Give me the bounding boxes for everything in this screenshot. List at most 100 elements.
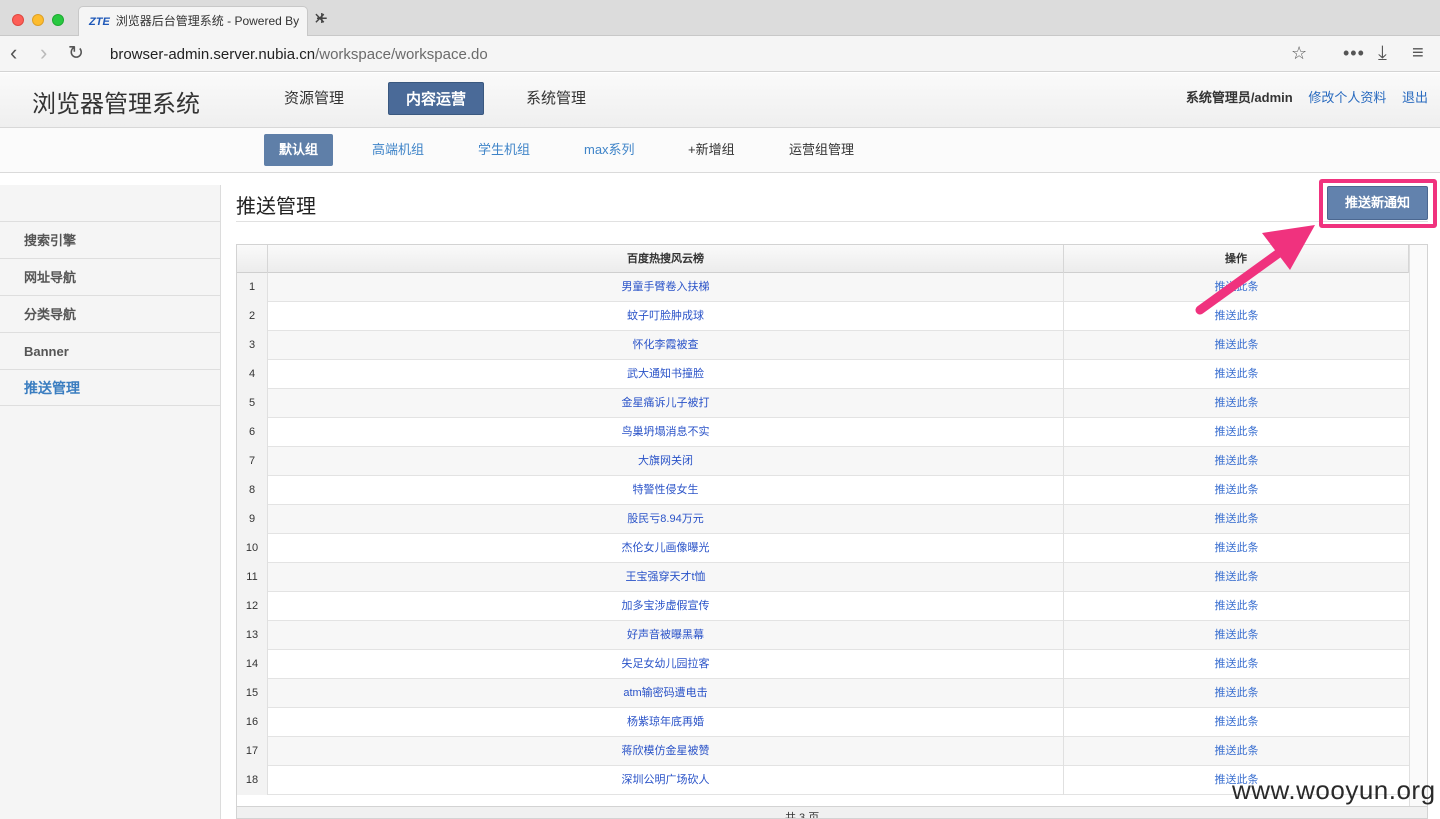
push-this-link[interactable]: 推送此条 <box>1064 418 1409 447</box>
page-title: 推送管理 <box>236 196 316 218</box>
zte-favicon-icon: ZTE <box>89 16 110 28</box>
table-row[interactable]: 15 atm输密码遭电击 推送此条 <box>237 679 1409 708</box>
push-this-link[interactable]: 推送此条 <box>1064 447 1409 476</box>
close-window-button[interactable] <box>12 14 24 26</box>
table-row[interactable]: 7 大旗网关闭 推送此条 <box>237 447 1409 476</box>
table-row[interactable]: 5 金星痛诉儿子被打 推送此条 <box>237 389 1409 418</box>
url-host: browser-admin.server.nubia.cn <box>110 46 316 63</box>
row-number: 18 <box>237 766 268 795</box>
logout-link[interactable]: 退出 <box>1402 90 1428 105</box>
table-row[interactable]: 13 好声音被曝黑幕 推送此条 <box>237 621 1409 650</box>
browser-tab[interactable]: ZTE 浏览器后台管理系统 - Powered By <box>78 6 308 36</box>
sidebar-item-category-nav[interactable]: 分类导航 <box>0 295 220 332</box>
push-this-link[interactable]: 推送此条 <box>1064 621 1409 650</box>
hot-search-title-link[interactable]: 王宝强穿天才t恤 <box>268 563 1064 592</box>
pagination-bar: 共 3 页 <box>237 806 1427 819</box>
hot-search-title-link[interactable]: 蒋欣模仿金星被赞 <box>268 737 1064 766</box>
hot-search-title-link[interactable]: 股民亏8.94万元 <box>268 505 1064 534</box>
hot-search-title-link[interactable]: 大旗网关闭 <box>268 447 1064 476</box>
hot-search-title-link[interactable]: 杨紫琼年底再婚 <box>268 708 1064 737</box>
table-row[interactable]: 10 杰伦女儿画像曝光 推送此条 <box>237 534 1409 563</box>
back-icon[interactable]: ‹ <box>10 42 17 64</box>
page-count: 共 3 页 <box>785 812 820 819</box>
hot-search-title-link[interactable]: 特警性侵女生 <box>268 476 1064 505</box>
hot-search-title-link[interactable]: 杰伦女儿画像曝光 <box>268 534 1064 563</box>
address-bar[interactable]: browser-admin.server.nubia.cn/workspace/… <box>110 46 488 63</box>
hot-search-title-link[interactable]: 失足女幼儿园拉客 <box>268 650 1064 679</box>
row-number: 15 <box>237 679 268 708</box>
table-row[interactable]: 8 特警性侵女生 推送此条 <box>237 476 1409 505</box>
hot-search-title-link[interactable]: 蚊子叮脸肿成球 <box>268 302 1064 331</box>
table-row[interactable]: 3 怀化李霞被查 推送此条 <box>237 331 1409 360</box>
sidebar-item-banner[interactable]: Banner <box>0 332 220 369</box>
hot-search-title-link[interactable]: 深圳公明广场砍人 <box>268 766 1064 795</box>
row-number: 14 <box>237 650 268 679</box>
table-row[interactable]: 12 加多宝涉虚假宣传 推送此条 <box>237 592 1409 621</box>
push-this-link[interactable]: 推送此条 <box>1064 534 1409 563</box>
group-tab-high-end[interactable]: 高端机组 <box>357 134 439 166</box>
new-tab-icon[interactable]: + <box>316 9 328 29</box>
edit-profile-link[interactable]: 修改个人资料 <box>1308 90 1386 105</box>
hot-search-title-link[interactable]: 好声音被曝黑幕 <box>268 621 1064 650</box>
annotation-arrow-icon <box>1195 225 1315 315</box>
add-group-button[interactable]: +新增组 <box>673 134 750 166</box>
minimize-window-button[interactable] <box>32 14 44 26</box>
push-this-link[interactable]: 推送此条 <box>1064 679 1409 708</box>
table-row[interactable]: 16 杨紫琼年底再婚 推送此条 <box>237 708 1409 737</box>
group-management-link[interactable]: 运营组管理 <box>774 134 869 166</box>
push-this-link[interactable]: 推送此条 <box>1064 650 1409 679</box>
table-row[interactable]: 17 蒋欣模仿金星被赞 推送此条 <box>237 737 1409 766</box>
group-tab-default[interactable]: 默认组 <box>264 134 334 166</box>
push-this-link[interactable]: 推送此条 <box>1064 331 1409 360</box>
nav-system-management[interactable]: 系统管理 <box>509 82 603 115</box>
sidebar-item-push[interactable]: 推送管理 <box>0 369 220 406</box>
more-icon[interactable]: ••• <box>1343 42 1365 64</box>
tab-title: 浏览器后台管理系统 - Powered By <box>115 14 300 28</box>
row-number: 6 <box>237 418 268 447</box>
hot-search-title-link[interactable]: 金星痛诉儿子被打 <box>268 389 1064 418</box>
hot-search-title-link[interactable]: 武大通知书撞脸 <box>268 360 1064 389</box>
push-new-notification-button[interactable]: 推送新通知 <box>1327 186 1428 220</box>
table-row[interactable]: 4 武大通知书撞脸 推送此条 <box>237 360 1409 389</box>
hot-search-title-link[interactable]: atm输密码遭电击 <box>268 679 1064 708</box>
user-area: 系统管理员/admin 修改个人资料 退出 <box>1174 87 1428 106</box>
group-tab-max[interactable]: max系列 <box>569 134 650 166</box>
sidebar: 搜索引擎 网址导航 分类导航 Banner 推送管理 <box>0 185 221 819</box>
push-this-link[interactable]: 推送此条 <box>1064 737 1409 766</box>
maximize-window-button[interactable] <box>52 14 64 26</box>
table-row[interactable]: 11 王宝强穿天才t恤 推送此条 <box>237 563 1409 592</box>
hot-search-title-link[interactable]: 男童手臂卷入扶梯 <box>268 273 1064 302</box>
push-this-link[interactable]: 推送此条 <box>1064 360 1409 389</box>
sidebar-item-search-engine[interactable]: 搜索引擎 <box>0 221 220 258</box>
nav-content-operations[interactable]: 内容运营 <box>388 82 485 115</box>
app-title: 浏览器管理系统 <box>32 91 200 118</box>
table-row[interactable]: 9 股民亏8.94万元 推送此条 <box>237 505 1409 534</box>
hot-search-title-link[interactable]: 加多宝涉虚假宣传 <box>268 592 1064 621</box>
row-number: 16 <box>237 708 268 737</box>
push-this-link[interactable]: 推送此条 <box>1064 505 1409 534</box>
app-header: 浏览器管理系统 资源管理 内容运营 系统管理 系统管理员/admin 修改个人资… <box>0 73 1440 128</box>
push-this-link[interactable]: 推送此条 <box>1064 592 1409 621</box>
nav-resource-management[interactable]: 资源管理 <box>267 82 361 115</box>
row-number: 10 <box>237 534 268 563</box>
forward-icon[interactable]: › <box>40 42 47 64</box>
bookmark-star-icon[interactable]: ☆ <box>1291 42 1307 64</box>
table-row[interactable]: 14 失足女幼儿园拉客 推送此条 <box>237 650 1409 679</box>
push-this-link[interactable]: 推送此条 <box>1064 708 1409 737</box>
sidebar-item-site-nav[interactable]: 网址导航 <box>0 258 220 295</box>
hot-search-title-link[interactable]: 怀化李霞被查 <box>268 331 1064 360</box>
table-scrollbar[interactable] <box>1409 245 1427 818</box>
browser-tab-bar: ZTE 浏览器后台管理系统 - Powered By × <box>0 0 1440 36</box>
push-this-link[interactable]: 推送此条 <box>1064 563 1409 592</box>
column-header-title[interactable]: 百度热搜风云榜 <box>268 245 1064 273</box>
reload-icon[interactable]: ↻ <box>68 43 84 65</box>
push-this-link[interactable]: 推送此条 <box>1064 389 1409 418</box>
download-icon[interactable]: ⤓ <box>1378 42 1387 64</box>
row-number: 8 <box>237 476 268 505</box>
group-tab-student[interactable]: 学生机组 <box>463 134 545 166</box>
menu-icon[interactable]: ≡ <box>1412 42 1424 64</box>
push-this-link[interactable]: 推送此条 <box>1064 476 1409 505</box>
row-number: 7 <box>237 447 268 476</box>
hot-search-title-link[interactable]: 鸟巢坍塌消息不实 <box>268 418 1064 447</box>
table-row[interactable]: 6 鸟巢坍塌消息不实 推送此条 <box>237 418 1409 447</box>
